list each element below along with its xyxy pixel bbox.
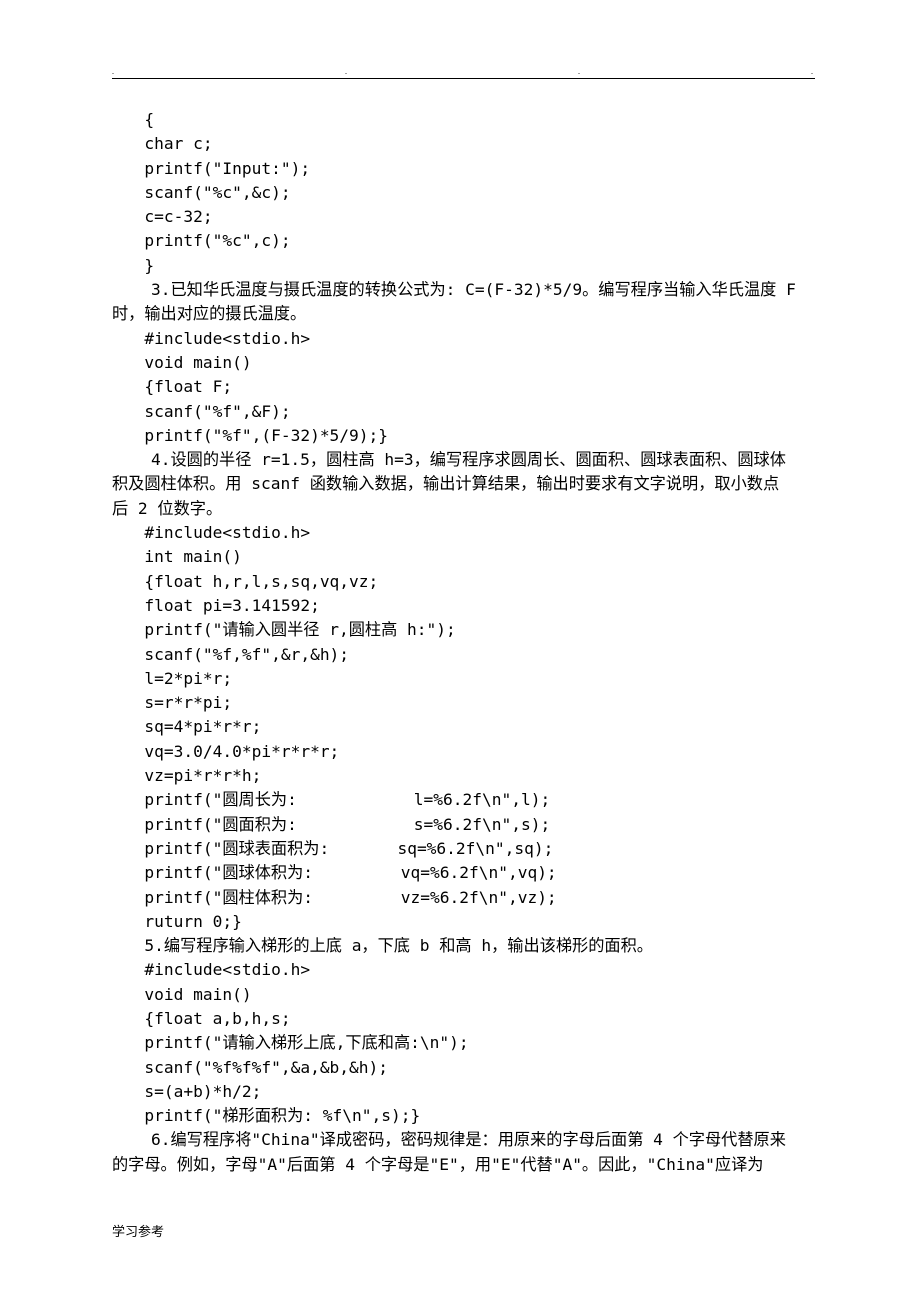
code-line: {float h,r,l,s,sq,vq,vz; [112, 570, 815, 594]
problem-4-title-cont: 积及圆柱体积。用 scanf 函数输入数据，输出计算结果，输出时要求有文字说明，… [112, 472, 815, 496]
code-line: s=r*r*pi; [112, 691, 815, 715]
header-dot: . [578, 68, 582, 78]
code-line: printf("梯形面积为: %f\n",s);} [112, 1104, 815, 1128]
code-line: #include<stdio.h> [112, 958, 815, 982]
code-line: {float a,b,h,s; [112, 1007, 815, 1031]
code-line: scanf("%f%f%f",&a,&b,&h); [112, 1056, 815, 1080]
code-line: printf("%c",c); [112, 229, 815, 253]
code-line: scanf("%c",&c); [112, 181, 815, 205]
code-line: printf("圆柱体积为: vz=%6.2f\n",vz); [112, 886, 815, 910]
code-line: printf("圆周长为: l=%6.2f\n",l); [112, 788, 815, 812]
header-dot: . [811, 68, 815, 78]
document-body: { char c; printf("Input:"); scanf("%c",&… [112, 108, 815, 1177]
code-line: vq=3.0/4.0*pi*r*r*r; [112, 740, 815, 764]
document-page: . . . . { char c; printf("Input:"); scan… [0, 0, 920, 1302]
code-line: s=(a+b)*h/2; [112, 1080, 815, 1104]
code-line: c=c-32; [112, 205, 815, 229]
footer-text: 学习参考 [112, 1221, 164, 1240]
header-dot: . [345, 68, 349, 78]
code-line: scanf("%f,%f",&r,&h); [112, 643, 815, 667]
problem-6-title: 6.编写程序将"China"译成密码，密码规律是：用原来的字母后面第 4 个字母… [112, 1128, 815, 1152]
code-line: int main() [112, 545, 815, 569]
problem-3-title: 3.已知华氏温度与摄氏温度的转换公式为: C=(F-32)*5/9。编写程序当输… [112, 278, 815, 302]
code-line: } [112, 254, 815, 278]
code-line: printf("圆球表面积为: sq=%6.2f\n",sq); [112, 837, 815, 861]
code-line: #include<stdio.h> [112, 521, 815, 545]
code-line: { [112, 108, 815, 132]
code-line: void main() [112, 983, 815, 1007]
code-line: sq=4*pi*r*r; [112, 715, 815, 739]
code-line: vz=pi*r*r*h; [112, 764, 815, 788]
code-line: ruturn 0;} [112, 910, 815, 934]
code-line: printf("Input:"); [112, 157, 815, 181]
code-line: #include<stdio.h> [112, 327, 815, 351]
code-line: {float F; [112, 375, 815, 399]
code-line: printf("请输入圆半径 r,圆柱高 h:"); [112, 618, 815, 642]
problem-4-title-cont2: 后 2 位数字。 [112, 497, 815, 521]
problem-6-title-cont: 的字母。例如，字母"A"后面第 4 个字母是"E"，用"E"代替"A"。因此，"… [112, 1153, 815, 1177]
code-line: l=2*pi*r; [112, 667, 815, 691]
code-line: void main() [112, 351, 815, 375]
problem-4-title: 4.设圆的半径 r=1.5，圆柱高 h=3，编写程序求圆周长、圆面积、圆球表面积… [112, 448, 815, 472]
code-line: printf("圆球体积为: vq=%6.2f\n",vq); [112, 861, 815, 885]
code-line: char c; [112, 132, 815, 156]
header-rule: . . . . [112, 68, 815, 79]
header-dot: . [112, 68, 116, 78]
code-line: printf("请输入梯形上底,下底和高:\n"); [112, 1031, 815, 1055]
problem-3-title-cont: 时，输出对应的摄氏温度。 [112, 302, 815, 326]
code-line: scanf("%f",&F); [112, 400, 815, 424]
problem-5-title: 5.编写程序输入梯形的上底 a，下底 b 和高 h，输出该梯形的面积。 [112, 934, 815, 958]
code-line: float pi=3.141592; [112, 594, 815, 618]
code-line: printf("圆面积为: s=%6.2f\n",s); [112, 813, 815, 837]
code-line: printf("%f",(F-32)*5/9);} [112, 424, 815, 448]
